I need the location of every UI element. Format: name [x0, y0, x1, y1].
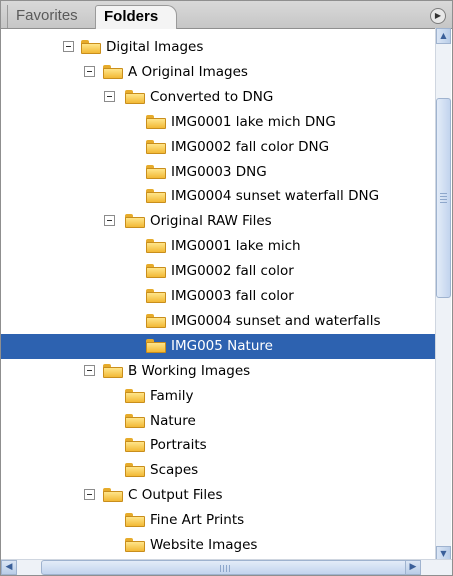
tree-item-label: A Original Images	[128, 63, 248, 80]
vertical-scrollbar[interactable]: ▲ ▼	[435, 28, 451, 562]
folder-icon	[125, 538, 145, 552]
tree-item[interactable]: Digital Images	[1, 35, 438, 60]
tree-item-label: IMG0001 lake mich	[171, 238, 301, 255]
tree-item-label: Digital Images	[106, 39, 204, 55]
folder-icon	[125, 513, 145, 528]
collapse-minus-icon[interactable]	[63, 41, 74, 52]
tree-item-label: IMG0001 lake mich DNG	[171, 113, 336, 130]
collapse-minus-icon[interactable]	[104, 90, 115, 102]
vertical-scroll-thumb[interactable]	[436, 98, 451, 298]
collapse-minus-icon[interactable]	[84, 489, 95, 501]
folder-tree: Digital Images A Original Images Converted…	[1, 28, 438, 562]
tree-item-label: IMG0004 sunset waterfall DNG	[171, 188, 380, 205]
horizontal-scroll-thumb[interactable]	[41, 560, 411, 575]
folder-icon	[146, 164, 166, 179]
tree-item[interactable]: Nature	[1, 409, 438, 434]
folder-icon	[103, 488, 123, 503]
folder-icon	[146, 264, 166, 279]
folder-icon	[125, 463, 145, 478]
tree-item[interactable]: IMG005 Nature	[1, 333, 438, 359]
tree-item-label: IMG0004 sunset and waterfalls	[171, 312, 381, 329]
tree-item[interactable]: Scapes	[1, 458, 438, 483]
folder-icon	[146, 338, 166, 353]
panel-menu-icon[interactable]: ▶	[430, 8, 446, 24]
tree-item[interactable]: A Original Images	[1, 60, 438, 85]
folder-icon	[125, 214, 145, 229]
folder-icon	[81, 40, 101, 54]
tree-item-label: IMG0003 DNG	[171, 163, 267, 180]
tab-favorites[interactable]: Favorites	[7, 5, 95, 28]
folders-panel: Favorites Folders ▶ Digital Images A Orig…	[0, 0, 453, 576]
horizontal-scrollbar[interactable]: ◀ ▶	[1, 559, 452, 575]
tree-item-label: Website Images	[150, 537, 258, 553]
tree-item[interactable]: Converted to DNG	[1, 85, 438, 110]
collapse-minus-icon[interactable]	[84, 364, 95, 376]
collapse-minus-icon[interactable]	[104, 215, 115, 227]
tree-item-label: Original RAW Files	[150, 213, 272, 230]
folder-icon	[146, 114, 166, 129]
tab-folders[interactable]: Folders	[95, 5, 177, 29]
folder-icon	[125, 413, 145, 428]
folder-icon	[125, 438, 145, 453]
tree-item[interactable]: IMG0001 lake mich	[1, 234, 438, 259]
tree-item-label: C Output Files	[128, 487, 223, 504]
tree-item[interactable]: B Working Images	[1, 359, 438, 384]
tree-item[interactable]: IMG0001 lake mich DNG	[1, 110, 438, 135]
tree-item-label: Nature	[150, 412, 196, 429]
folder-icon	[103, 363, 123, 378]
tree-item[interactable]: IMG0002 fall color DNG	[1, 135, 438, 160]
tree-item[interactable]: IMG0003 fall color	[1, 284, 438, 309]
folder-icon	[146, 313, 166, 328]
tree-item-label: IMG0002 fall color	[171, 263, 294, 280]
scroll-left-arrow-icon[interactable]: ◀	[1, 560, 17, 575]
scroll-right-arrow-icon[interactable]: ▶	[405, 560, 421, 575]
tree-item-label: B Working Images	[128, 362, 251, 379]
tree-item[interactable]: Portraits	[1, 433, 438, 458]
folder-icon	[146, 189, 166, 204]
tree-item[interactable]: IMG0004 sunset waterfall DNG	[1, 184, 438, 209]
tree-item-label: Converted to DNG	[150, 88, 274, 105]
folder-icon	[103, 64, 123, 79]
tree-item-label: IMG0002 fall color DNG	[171, 138, 330, 155]
tree-item-label: Family	[150, 387, 194, 404]
tree-item-label: IMG0003 fall color	[171, 288, 294, 304]
folder-icon	[146, 289, 166, 303]
tree-item[interactable]: IMG0002 fall color	[1, 259, 438, 284]
tree-item[interactable]: C Output Files	[1, 483, 438, 508]
scroll-up-arrow-icon[interactable]: ▲	[436, 28, 451, 44]
folder-icon	[125, 388, 145, 403]
tree-item[interactable]: IMG0003 DNG	[1, 160, 438, 185]
tree-item-label: Portraits	[150, 437, 207, 454]
panel-tab-bar: Favorites Folders ▶	[1, 1, 452, 29]
tree-item-label: IMG005 Nature	[171, 337, 273, 354]
tree-item[interactable]: Original RAW Files	[1, 209, 438, 234]
tree-item-label: Scapes	[150, 462, 199, 479]
tree-item[interactable]: Website Images	[1, 533, 438, 558]
tree-item[interactable]: Fine Art Prints	[1, 508, 438, 533]
folder-icon	[146, 239, 166, 254]
tree-item[interactable]: IMG0004 sunset and waterfalls	[1, 309, 438, 334]
folder-icon	[146, 139, 166, 154]
tree-item[interactable]: Family	[1, 384, 438, 409]
tree-item-label: Fine Art Prints	[150, 512, 245, 529]
collapse-minus-icon[interactable]	[84, 65, 95, 77]
folder-icon	[125, 89, 145, 104]
